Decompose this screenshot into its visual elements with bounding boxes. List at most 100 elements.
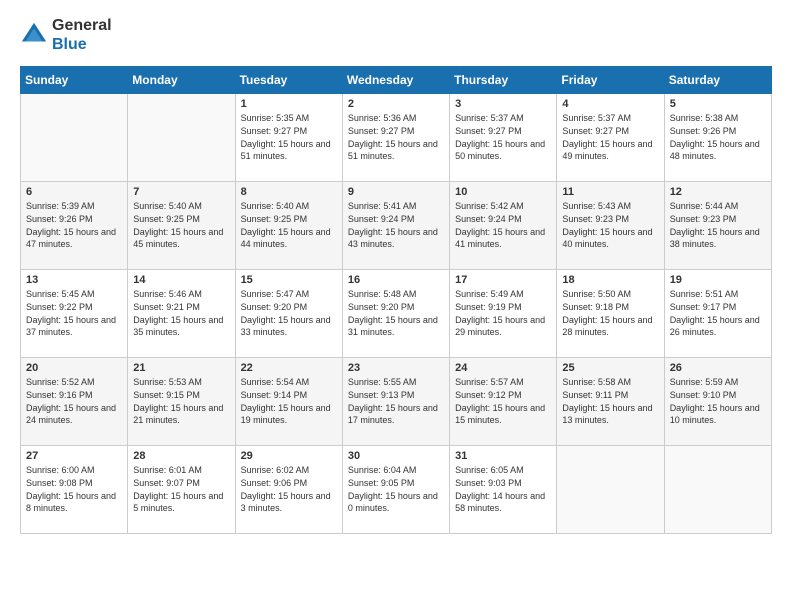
day-number: 24 [455,362,551,374]
calendar-cell: 21 Sunrise: 5:53 AMSunset: 9:15 PMDaylig… [128,358,235,446]
day-info: Sunrise: 6:02 AMSunset: 9:06 PMDaylight:… [241,464,337,514]
day-number: 9 [348,186,444,198]
calendar-cell: 9 Sunrise: 5:41 AMSunset: 9:24 PMDayligh… [342,182,449,270]
day-info: Sunrise: 5:37 AMSunset: 9:27 PMDaylight:… [562,112,658,162]
day-info: Sunrise: 5:58 AMSunset: 9:11 PMDaylight:… [562,376,658,426]
calendar-cell: 25 Sunrise: 5:58 AMSunset: 9:11 PMDaylig… [557,358,664,446]
calendar-cell [664,446,771,534]
calendar-cell [128,94,235,182]
day-info: Sunrise: 5:39 AMSunset: 9:26 PMDaylight:… [26,200,122,250]
day-info: Sunrise: 5:38 AMSunset: 9:26 PMDaylight:… [670,112,766,162]
day-info: Sunrise: 5:53 AMSunset: 9:15 PMDaylight:… [133,376,229,426]
day-info: Sunrise: 5:54 AMSunset: 9:14 PMDaylight:… [241,376,337,426]
day-number: 30 [348,450,444,462]
day-info: Sunrise: 5:59 AMSunset: 9:10 PMDaylight:… [670,376,766,426]
day-info: Sunrise: 6:05 AMSunset: 9:03 PMDaylight:… [455,464,551,514]
day-number: 2 [348,98,444,110]
calendar-cell: 16 Sunrise: 5:48 AMSunset: 9:20 PMDaylig… [342,270,449,358]
day-number: 10 [455,186,551,198]
logo-text: General Blue [52,16,112,54]
day-info: Sunrise: 5:50 AMSunset: 9:18 PMDaylight:… [562,288,658,338]
day-info: Sunrise: 5:48 AMSunset: 9:20 PMDaylight:… [348,288,444,338]
day-info: Sunrise: 6:01 AMSunset: 9:07 PMDaylight:… [133,464,229,514]
calendar-cell: 20 Sunrise: 5:52 AMSunset: 9:16 PMDaylig… [21,358,128,446]
calendar-cell: 31 Sunrise: 6:05 AMSunset: 9:03 PMDaylig… [450,446,557,534]
day-number: 5 [670,98,766,110]
weekday-header-tuesday: Tuesday [235,67,342,94]
day-number: 1 [241,98,337,110]
day-number: 25 [562,362,658,374]
day-number: 15 [241,274,337,286]
calendar-cell: 1 Sunrise: 5:35 AMSunset: 9:27 PMDayligh… [235,94,342,182]
day-number: 13 [26,274,122,286]
calendar-cell: 15 Sunrise: 5:47 AMSunset: 9:20 PMDaylig… [235,270,342,358]
calendar-cell: 3 Sunrise: 5:37 AMSunset: 9:27 PMDayligh… [450,94,557,182]
day-number: 20 [26,362,122,374]
weekday-header-friday: Friday [557,67,664,94]
calendar-table: SundayMondayTuesdayWednesdayThursdayFrid… [20,66,772,534]
day-number: 29 [241,450,337,462]
day-number: 23 [348,362,444,374]
calendar-cell: 10 Sunrise: 5:42 AMSunset: 9:24 PMDaylig… [450,182,557,270]
logo-icon [20,21,48,49]
calendar-cell: 6 Sunrise: 5:39 AMSunset: 9:26 PMDayligh… [21,182,128,270]
page: General Blue SundayMondayTuesdayWednesda… [0,0,792,612]
calendar-cell: 4 Sunrise: 5:37 AMSunset: 9:27 PMDayligh… [557,94,664,182]
calendar-cell: 18 Sunrise: 5:50 AMSunset: 9:18 PMDaylig… [557,270,664,358]
day-info: Sunrise: 5:41 AMSunset: 9:24 PMDaylight:… [348,200,444,250]
header: General Blue [20,16,772,54]
day-info: Sunrise: 5:40 AMSunset: 9:25 PMDaylight:… [133,200,229,250]
calendar-cell: 11 Sunrise: 5:43 AMSunset: 9:23 PMDaylig… [557,182,664,270]
calendar-cell: 13 Sunrise: 5:45 AMSunset: 9:22 PMDaylig… [21,270,128,358]
calendar-cell [557,446,664,534]
calendar-cell: 17 Sunrise: 5:49 AMSunset: 9:19 PMDaylig… [450,270,557,358]
day-number: 27 [26,450,122,462]
day-info: Sunrise: 6:00 AMSunset: 9:08 PMDaylight:… [26,464,122,514]
calendar-cell: 23 Sunrise: 5:55 AMSunset: 9:13 PMDaylig… [342,358,449,446]
weekday-header-wednesday: Wednesday [342,67,449,94]
day-number: 6 [26,186,122,198]
day-number: 7 [133,186,229,198]
weekday-header-row: SundayMondayTuesdayWednesdayThursdayFrid… [21,67,772,94]
week-row-2: 6 Sunrise: 5:39 AMSunset: 9:26 PMDayligh… [21,182,772,270]
calendar-cell: 19 Sunrise: 5:51 AMSunset: 9:17 PMDaylig… [664,270,771,358]
calendar-cell [21,94,128,182]
week-row-5: 27 Sunrise: 6:00 AMSunset: 9:08 PMDaylig… [21,446,772,534]
day-number: 18 [562,274,658,286]
day-number: 4 [562,98,658,110]
calendar-cell: 28 Sunrise: 6:01 AMSunset: 9:07 PMDaylig… [128,446,235,534]
calendar-cell: 14 Sunrise: 5:46 AMSunset: 9:21 PMDaylig… [128,270,235,358]
day-info: Sunrise: 5:52 AMSunset: 9:16 PMDaylight:… [26,376,122,426]
day-info: Sunrise: 5:36 AMSunset: 9:27 PMDaylight:… [348,112,444,162]
day-number: 12 [670,186,766,198]
weekday-header-monday: Monday [128,67,235,94]
day-info: Sunrise: 6:04 AMSunset: 9:05 PMDaylight:… [348,464,444,514]
day-number: 11 [562,186,658,198]
calendar-cell: 7 Sunrise: 5:40 AMSunset: 9:25 PMDayligh… [128,182,235,270]
week-row-4: 20 Sunrise: 5:52 AMSunset: 9:16 PMDaylig… [21,358,772,446]
day-info: Sunrise: 5:45 AMSunset: 9:22 PMDaylight:… [26,288,122,338]
day-number: 16 [348,274,444,286]
logo: General Blue [20,16,112,54]
weekday-header-sunday: Sunday [21,67,128,94]
calendar-cell: 26 Sunrise: 5:59 AMSunset: 9:10 PMDaylig… [664,358,771,446]
day-info: Sunrise: 5:46 AMSunset: 9:21 PMDaylight:… [133,288,229,338]
day-number: 21 [133,362,229,374]
day-number: 22 [241,362,337,374]
day-number: 3 [455,98,551,110]
calendar-cell: 2 Sunrise: 5:36 AMSunset: 9:27 PMDayligh… [342,94,449,182]
logo-line1: General [52,16,112,35]
week-row-3: 13 Sunrise: 5:45 AMSunset: 9:22 PMDaylig… [21,270,772,358]
day-info: Sunrise: 5:37 AMSunset: 9:27 PMDaylight:… [455,112,551,162]
weekday-header-thursday: Thursday [450,67,557,94]
calendar-cell: 30 Sunrise: 6:04 AMSunset: 9:05 PMDaylig… [342,446,449,534]
day-info: Sunrise: 5:55 AMSunset: 9:13 PMDaylight:… [348,376,444,426]
calendar-cell: 22 Sunrise: 5:54 AMSunset: 9:14 PMDaylig… [235,358,342,446]
calendar-cell: 5 Sunrise: 5:38 AMSunset: 9:26 PMDayligh… [664,94,771,182]
day-info: Sunrise: 5:40 AMSunset: 9:25 PMDaylight:… [241,200,337,250]
calendar-cell: 8 Sunrise: 5:40 AMSunset: 9:25 PMDayligh… [235,182,342,270]
day-number: 28 [133,450,229,462]
day-info: Sunrise: 5:47 AMSunset: 9:20 PMDaylight:… [241,288,337,338]
day-info: Sunrise: 5:42 AMSunset: 9:24 PMDaylight:… [455,200,551,250]
day-info: Sunrise: 5:44 AMSunset: 9:23 PMDaylight:… [670,200,766,250]
